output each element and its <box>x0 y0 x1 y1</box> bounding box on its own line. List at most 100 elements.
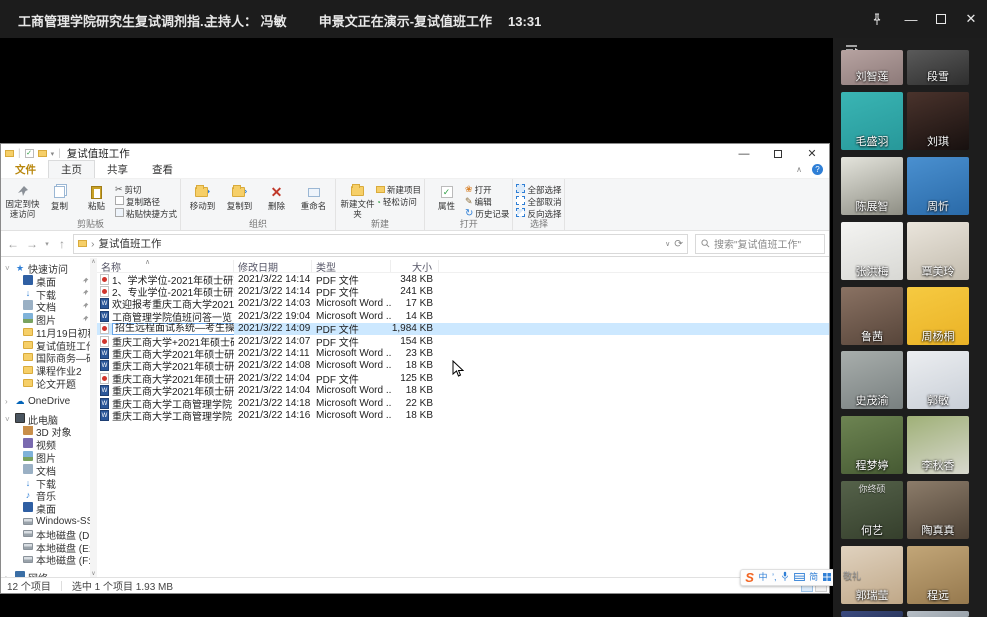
sidebar-item-文档[interactable]: 文档 <box>1 300 97 313</box>
sidebar-item-OneDrive[interactable]: ›☁OneDrive <box>1 395 97 408</box>
participant-video-段雪[interactable]: 段雪 <box>907 50 969 85</box>
ribbon-tab-2[interactable]: 共享 <box>95 161 140 178</box>
sidebar-item-本地磁盘 (D:)[interactable]: 本地磁盘 (D:) <box>1 528 97 541</box>
back-icon[interactable]: ← <box>5 237 21 251</box>
ribbon-small-button[interactable]: 复制路径 <box>115 196 177 207</box>
sidebar-item-桌面[interactable]: 桌面 <box>1 275 97 288</box>
maximize-button[interactable] <box>927 6 955 32</box>
sogou-logo-icon[interactable]: S <box>745 570 754 585</box>
sidebar-item-3D 对象[interactable]: 3D 对象 <box>1 426 97 439</box>
pin-window-icon[interactable] <box>863 6 891 32</box>
ime-toolbar[interactable]: S 中 ’, 简 <box>740 569 836 586</box>
participant-video-程梦婷[interactable]: 程梦婷 <box>841 416 903 474</box>
ribbon-button[interactable]: 固定到快速访问 <box>4 181 41 219</box>
sidebar-item-此电脑[interactable]: ˅此电脑 <box>1 413 97 426</box>
forward-icon[interactable]: → <box>24 237 40 251</box>
ime-mic-icon[interactable] <box>781 571 789 584</box>
qat-newfolder-icon[interactable] <box>38 150 47 157</box>
participant-video-覃美玲[interactable]: 覃美玲 <box>907 222 969 280</box>
sidebar-item-音乐[interactable]: ♪音乐 <box>1 490 97 503</box>
refresh-icon[interactable]: ⟳ <box>674 238 683 250</box>
participant-video-周忻[interactable]: 周忻 <box>907 157 969 215</box>
sidebar-item-下载[interactable]: ↓下载 <box>1 477 97 490</box>
ribbon-small-button[interactable]: 新建项目 <box>376 184 421 195</box>
participant-video-郭敏[interactable]: 郭敏 <box>907 351 969 409</box>
sidebar-item-本地磁盘 (E:)[interactable]: 本地磁盘 (E:) <box>1 541 97 554</box>
breadcrumb[interactable]: › 复试值班工作 ∨ ⟳ <box>73 234 688 254</box>
explorer-minimize-button[interactable]: — <box>727 144 761 163</box>
sidebar-item-11月19日初稿[interactable]: 11月19日初稿 <box>1 326 97 339</box>
column-header-3[interactable]: 大小 <box>391 260 439 272</box>
ime-simplified[interactable]: 简 <box>809 573 818 582</box>
ime-mode-chinese[interactable]: 中 <box>758 573 767 582</box>
address-dropdown-icon[interactable]: ∨ <box>665 240 670 248</box>
ribbon-tab-3[interactable]: 查看 <box>140 161 185 178</box>
chevron-down-icon[interactable]: ˅ <box>5 415 12 424</box>
ribbon-small-button[interactable]: 全部取消 <box>516 196 561 207</box>
participant-video-张洪梅[interactable]: 张洪梅 <box>841 222 903 280</box>
sidebar-item-下载[interactable]: ↓下载 <box>1 288 97 301</box>
help-icon[interactable]: ? <box>812 164 823 175</box>
ribbon-button[interactable]: 新建文件夹 <box>339 181 376 219</box>
ribbon-small-button[interactable]: ❀打开 <box>465 184 509 195</box>
participant-video-郭瑞莹[interactable]: 敬礼郭瑞莹 <box>841 546 903 604</box>
participant-video-程远[interactable]: 程远 <box>907 546 969 604</box>
ribbon-button[interactable]: ✓属性 <box>428 181 465 219</box>
scroll-down-icon[interactable]: ∨ <box>90 570 97 577</box>
participant-video-陈展智[interactable]: 陈展智 <box>841 157 903 215</box>
explorer-close-button[interactable]: ✕ <box>795 144 829 163</box>
nav-scrollbar[interactable]: ∧ ∨ <box>90 258 97 577</box>
explorer-restore-button[interactable] <box>761 144 795 163</box>
sidebar-item-桌面[interactable]: 桌面 <box>1 502 97 515</box>
ribbon-button[interactable]: ✕删除 <box>258 181 295 219</box>
ribbon-small-button[interactable]: ✂剪切 <box>115 184 177 195</box>
ribbon-tab-1[interactable]: 主页 <box>48 160 95 178</box>
participant-video-陶真真[interactable]: 陶真真 <box>907 481 969 539</box>
sidebar-item-Windows-SSD (C:)[interactable]: Windows-SSD (C:) <box>1 515 97 528</box>
participant-video-周杨桐[interactable]: 周杨桐 <box>907 287 969 345</box>
ribbon-button[interactable]: 复制 <box>41 181 78 219</box>
participant-video-史茂渝[interactable]: 史茂渝 <box>841 351 903 409</box>
table-row[interactable]: 工商管理学院值班问答一览2021/3/22 19:04Microsoft Wor… <box>97 310 829 322</box>
ribbon-button[interactable]: 粘贴 <box>78 181 115 219</box>
search-input[interactable]: 搜索"复试值班工作" <box>695 234 825 254</box>
column-header-1[interactable]: 修改日期 <box>234 260 312 272</box>
ribbon-button[interactable]: ⇒复制到 <box>221 181 258 219</box>
chevron-down-icon[interactable]: ˅ <box>5 264 12 273</box>
file-name[interactable]: 重庆工商大学工商管理学院 2021年研究... <box>112 408 234 423</box>
sidebar-item-论文开题[interactable]: 论文开题 <box>1 377 97 390</box>
chevron-right-icon[interactable]: › <box>5 397 12 406</box>
sidebar-item-图片[interactable]: 图片 <box>1 313 97 326</box>
breadcrumb-current-folder[interactable]: 复试值班工作 <box>99 236 162 251</box>
participant-video-毛盛羽[interactable]: 毛盛羽 <box>841 92 903 150</box>
sidebar-item-图片[interactable]: 图片 <box>1 451 97 464</box>
ime-toolbox-icon[interactable] <box>823 573 831 583</box>
participant-video-刘琪[interactable]: 刘琪 <box>907 92 969 150</box>
sidebar-item-视频[interactable]: 视频 <box>1 438 97 451</box>
ribbon-button[interactable]: ➜移动到 <box>184 181 221 219</box>
sidebar-item-国际商务—硕士[interactable]: 国际商务—硕士 <box>1 352 97 365</box>
recent-locations-icon[interactable]: ▾ <box>43 240 51 248</box>
ribbon-button[interactable]: 重命名 <box>295 181 332 219</box>
up-icon[interactable]: ↑ <box>54 237 70 251</box>
ribbon-small-button[interactable]: ✎编辑 <box>465 196 509 207</box>
participant-video-刘智莲[interactable]: 刘智莲 <box>841 50 903 85</box>
ime-punctuation-icon[interactable]: ’, <box>772 573 777 582</box>
participant-video-鲁茜[interactable]: 鲁茜 <box>841 287 903 345</box>
ime-keyboard-icon[interactable] <box>794 573 805 583</box>
ribbon-tab-0[interactable]: 文件 <box>3 161 48 178</box>
qat-properties-icon[interactable]: ✓ <box>25 149 34 158</box>
table-row[interactable]: 重庆工商大学工商管理学院 2021年研究...2021/3/22 14:16Mi… <box>97 409 829 421</box>
column-header-2[interactable]: 类型 <box>312 260 391 272</box>
sidebar-item-本地磁盘 (F:)[interactable]: 本地磁盘 (F:) <box>1 554 97 567</box>
sidebar-item-文档[interactable]: 文档 <box>1 464 97 477</box>
qat-dropdown-icon[interactable]: ▾ <box>51 150 55 158</box>
collapse-ribbon-icon[interactable]: ∧ <box>796 165 802 174</box>
scroll-up-icon[interactable]: ∧ <box>90 258 97 265</box>
participant-video-partial[interactable] <box>907 611 969 617</box>
column-header-0[interactable]: 名称∧ <box>97 260 234 272</box>
ribbon-small-button[interactable]: 全部选择 <box>516 184 561 195</box>
sidebar-item-课程作业2[interactable]: 课程作业2 <box>1 364 97 377</box>
sidebar-item-快速访问[interactable]: ˅★快速访问 <box>1 262 97 275</box>
sidebar-item-复试值班工作[interactable]: 复试值班工作 <box>1 339 97 352</box>
